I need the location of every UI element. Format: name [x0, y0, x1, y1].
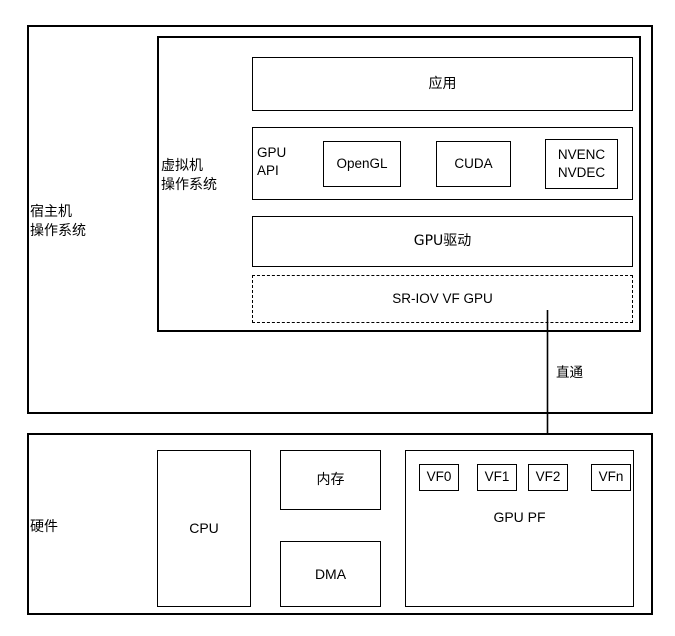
gpu-driver-box: GPU驱动 — [252, 216, 633, 267]
vf1-label: VF1 — [484, 469, 510, 485]
vf2-label: VF2 — [535, 469, 561, 485]
hardware-label: 硬件 — [30, 519, 58, 535]
cpu-label: CPU — [189, 520, 219, 537]
cuda-box: CUDA — [436, 141, 511, 187]
nvenc-nvdec-label: NVENC NVDEC — [557, 146, 606, 180]
cuda-label: CUDA — [454, 155, 493, 171]
sriov-vf-gpu-box: SR-IOV VF GPU — [252, 275, 633, 323]
sriov-vf-gpu-label: SR-IOV VF GPU — [392, 290, 493, 306]
dma-label: DMA — [314, 565, 347, 582]
vf1-box: VF1 — [477, 464, 517, 491]
architecture-diagram: 宿主机 操作系统 虚拟机 操作系统 应用 GPU API OpenGL CUDA… — [0, 0, 675, 636]
vf0-box: VF0 — [419, 464, 459, 491]
vm-os-label: 虚拟机 操作系统 — [161, 158, 217, 193]
gpu-api-label: GPU API — [257, 145, 287, 179]
application-box: 应用 — [252, 57, 633, 111]
vfn-label: VFn — [598, 469, 624, 485]
cpu-box: CPU — [157, 450, 251, 607]
passthrough-label: 直通 — [556, 365, 583, 381]
nvenc-nvdec-box: NVENC NVDEC — [545, 139, 618, 189]
vf0-label: VF0 — [426, 469, 452, 485]
host-os-label: 宿主机 操作系统 — [30, 204, 86, 239]
opengl-box: OpenGL — [323, 141, 401, 187]
vf2-box: VF2 — [528, 464, 568, 491]
memory-label: 内存 — [316, 471, 345, 488]
vfn-box: VFn — [591, 464, 631, 491]
memory-box: 内存 — [280, 450, 381, 510]
application-label: 应用 — [428, 75, 457, 92]
gpu-driver-label: GPU驱动 — [413, 233, 472, 250]
opengl-label: OpenGL — [336, 155, 388, 171]
gpu-pf-label: GPU PF — [493, 509, 546, 525]
dma-box: DMA — [280, 541, 381, 607]
